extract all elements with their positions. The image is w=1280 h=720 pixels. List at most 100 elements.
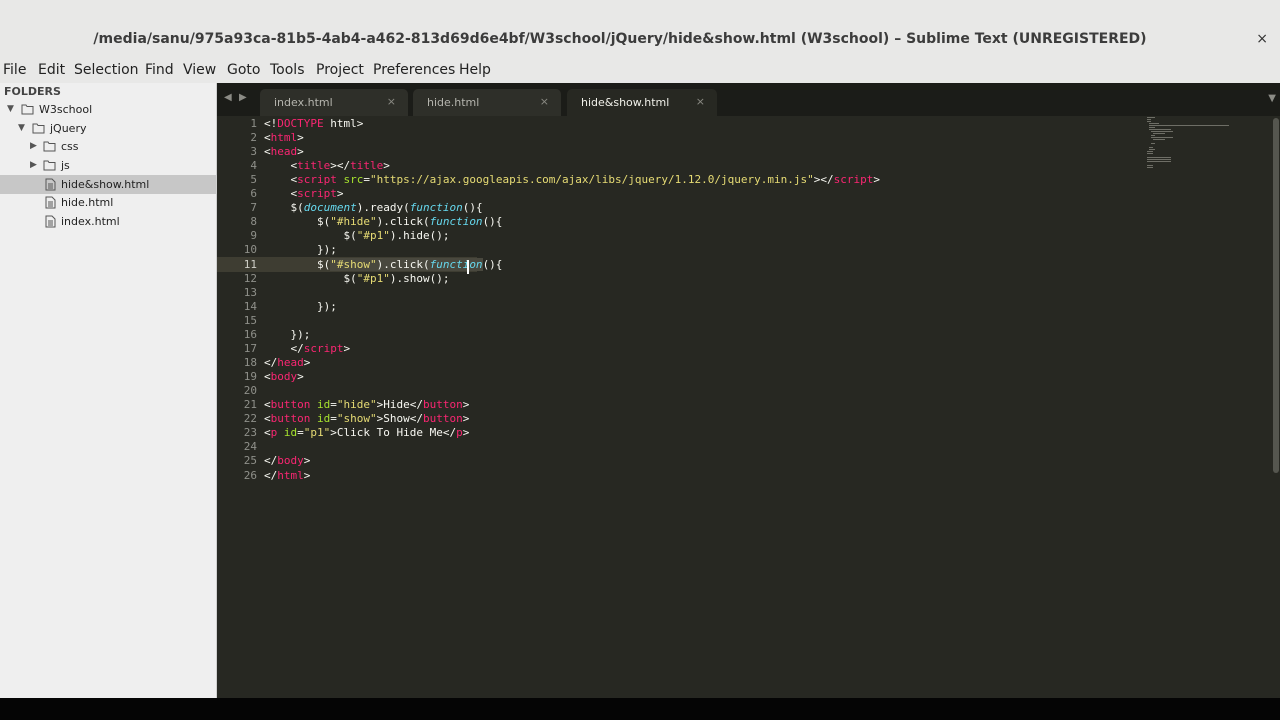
minimap-line: [1149, 123, 1159, 124]
code-token: ></: [813, 173, 834, 186]
code-token: "https://ajax.googleapis.com/ajax/libs/j…: [370, 173, 814, 186]
code-token: script: [297, 187, 337, 200]
tree-item-jquery[interactable]: ▼ jQuery: [0, 119, 216, 138]
tree-item-hide-html[interactable]: hide.html: [0, 193, 216, 212]
code-token: head: [270, 145, 298, 158]
code-token: "p1": [303, 426, 331, 439]
tab-close-icon[interactable]: ×: [540, 95, 549, 108]
menu-tools[interactable]: Tools: [270, 62, 305, 78]
code-token: >: [297, 131, 304, 144]
code-token: button: [270, 412, 311, 425]
line-number: 20: [243, 384, 257, 397]
code-token: });: [264, 243, 337, 256]
code-line-22: <button id="show">Show</button>: [264, 412, 469, 426]
menu-project[interactable]: Project: [316, 62, 364, 78]
expand-arrow-icon[interactable]: ▼: [18, 119, 25, 138]
menu-preferences[interactable]: Preferences: [373, 62, 455, 78]
menu-goto[interactable]: Goto: [227, 62, 260, 78]
menu-view[interactable]: View: [183, 62, 216, 78]
expand-arrow-icon[interactable]: ▼: [7, 100, 14, 119]
menu-find[interactable]: Find: [145, 62, 174, 78]
tab-label: hide.html: [427, 96, 480, 109]
tab-scroll-right-icon[interactable]: ▶: [239, 92, 247, 103]
code-token: ).hide();: [389, 229, 450, 242]
sidebar: FOLDERS ▼ W3school ▼ jQuery ▶ css ▶ js h…: [0, 83, 217, 698]
minimap[interactable]: [1145, 116, 1265, 186]
tab-close-icon[interactable]: ×: [696, 95, 705, 108]
tree-item-css[interactable]: ▶ css: [0, 137, 216, 156]
code-line-10: });: [264, 243, 337, 257]
minimap-line: [1147, 151, 1153, 152]
file-icon: [45, 196, 56, 209]
code-token: (){: [482, 215, 503, 228]
code-token: <: [264, 370, 271, 383]
tab-index-html[interactable]: index.html ×: [260, 89, 408, 116]
line-number: 7: [250, 201, 257, 214]
code-token: script: [833, 173, 874, 186]
line-number: 23: [243, 426, 257, 439]
collapse-arrow-icon[interactable]: ▶: [30, 137, 37, 156]
line-number: 16: [243, 328, 257, 341]
line-number: 13: [243, 286, 257, 299]
code-token: button: [422, 398, 463, 411]
code-token: title: [350, 159, 384, 172]
code-editor[interactable]: 1 2 3 4 5 6 7 8 9 10 11 12 13 14 15 16 1…: [217, 116, 1280, 698]
tab-dropdown-icon[interactable]: ▼: [1268, 93, 1276, 104]
code-token: function: [429, 215, 483, 228]
code-token: ).show();: [389, 272, 450, 285]
code-token: ></: [330, 159, 351, 172]
code-token: });: [264, 300, 337, 313]
menu-help[interactable]: Help: [459, 62, 491, 78]
code-line-23: <p id="p1">Click To Hide Me</p>: [264, 426, 469, 440]
tab-scroll-left-icon[interactable]: ◀: [224, 92, 232, 103]
tree-item-js[interactable]: ▶ js: [0, 156, 216, 175]
minimap-line: [1149, 125, 1229, 126]
line-number: 9: [250, 229, 257, 242]
tree-item-index-html[interactable]: index.html: [0, 212, 216, 231]
tree-item-w3school[interactable]: ▼ W3school: [0, 100, 216, 119]
tab-hide-html[interactable]: hide.html ×: [413, 89, 561, 116]
menu-selection[interactable]: Selection: [74, 62, 139, 78]
close-window-icon[interactable]: ×: [1256, 31, 1268, 47]
line-number: 26: [243, 469, 257, 482]
code-line-18: </head>: [264, 356, 310, 370]
code-token: =: [363, 173, 370, 186]
line-number: 1: [250, 117, 257, 130]
menu-file[interactable]: File: [3, 62, 26, 78]
code-token: >Show</: [376, 412, 423, 425]
code-token: id: [310, 398, 331, 411]
tab-close-icon[interactable]: ×: [387, 95, 396, 108]
line-number: 22: [243, 412, 257, 425]
code-token: $(: [264, 215, 331, 228]
code-line-7: $(document).ready(function(){: [264, 201, 483, 215]
minimap-line: [1147, 157, 1171, 158]
code-token: html: [277, 469, 304, 482]
code-token: });: [264, 328, 311, 341]
code-token: >: [303, 454, 311, 467]
tree-item-label: hide.html: [61, 196, 114, 209]
line-number-gutter: 1 2 3 4 5 6 7 8 9 10 11 12 13 14 15 16 1…: [217, 116, 257, 698]
code-token: >Hide</: [376, 398, 423, 411]
code-token: title: [297, 159, 331, 172]
minimap-line: [1151, 143, 1155, 144]
tree-item-hide-show-html[interactable]: hide&show.html: [0, 175, 216, 194]
code-token: <: [264, 159, 298, 172]
minimap-line: [1147, 159, 1171, 160]
code-token: >: [297, 370, 304, 383]
collapse-arrow-icon[interactable]: ▶: [30, 156, 37, 175]
minimap-line: [1147, 117, 1155, 118]
code-token: <: [264, 398, 271, 411]
code-token: body: [270, 370, 298, 383]
vertical-scrollbar[interactable]: [1273, 118, 1279, 473]
minimap-line: [1153, 139, 1165, 140]
code-line-2: <html>: [264, 131, 304, 145]
code-token: (){: [462, 201, 483, 214]
code-line-6: <script>: [264, 187, 343, 201]
code-token: >: [383, 159, 390, 172]
window-titlebar: /media/sanu/975a93ca-81b5-4ab4-a462-813d…: [0, 0, 1280, 60]
minimap-line: [1147, 153, 1153, 154]
tab-hide-show-html[interactable]: hide&show.html ×: [567, 89, 717, 116]
menu-edit[interactable]: Edit: [38, 62, 65, 78]
line-number: 3: [250, 145, 257, 158]
code-line-25: </body>: [264, 454, 310, 468]
